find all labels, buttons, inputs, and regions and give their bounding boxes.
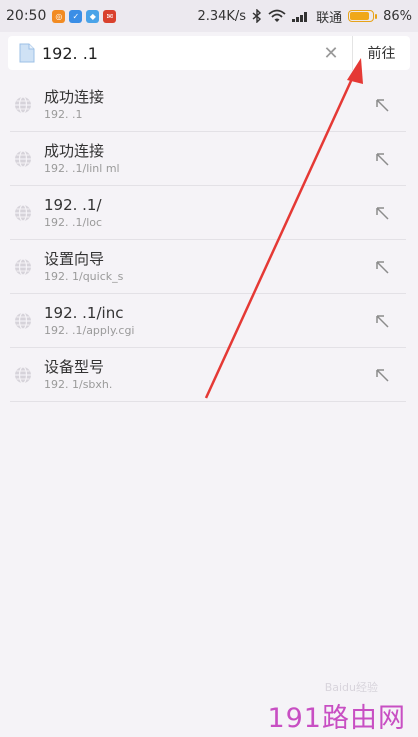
document-icon: [19, 43, 35, 63]
globe-icon: [15, 95, 31, 114]
carrier-label: 联通: [316, 10, 343, 26]
mail-icon: ✉: [103, 9, 117, 23]
network-speed: 2.34K/s: [197, 8, 247, 24]
wifi-icon: [268, 9, 286, 22]
clock: 20:50: [6, 8, 47, 24]
site-watermark: 191路由网: [267, 703, 406, 734]
list-item[interactable]: 192. .1/ 192. .1/loc: [10, 186, 406, 240]
globe-icon: [15, 149, 31, 168]
go-button[interactable]: 前往: [352, 36, 410, 70]
arrow-up-left-icon[interactable]: [372, 365, 392, 385]
address-bar[interactable]: 192. .1 ✕ 前往: [8, 36, 410, 70]
status-right: 2.34K/s 联通 86%: [197, 7, 412, 26]
close-icon[interactable]: ✕: [318, 43, 344, 64]
suggestion-title: 成功连接: [44, 87, 105, 106]
arrow-up-left-icon[interactable]: [372, 149, 392, 169]
battery-percent: 86%: [383, 8, 412, 24]
globe-icon: [15, 257, 31, 276]
suggestion-title: 设置向导: [44, 249, 105, 268]
suggestion-title: 192. .1/inc: [44, 303, 124, 322]
list-item[interactable]: 设备型号 192. 1/sbxh.: [10, 348, 406, 402]
suggestion-url: 192. .1: [44, 107, 83, 121]
list-item[interactable]: 成功连接 192. .1/linl ml: [10, 132, 406, 186]
list-item[interactable]: 192. .1/inc 192. .1/apply.cgi: [10, 294, 406, 348]
globe-icon: [15, 311, 31, 330]
arrow-up-left-icon[interactable]: [372, 257, 392, 277]
browser-icon: ◆: [86, 9, 100, 23]
arrow-up-left-icon[interactable]: [372, 203, 392, 223]
baidu-watermark: Baidu经验: [324, 681, 378, 694]
globe-icon: [15, 365, 31, 384]
bluetooth-icon: [252, 9, 262, 23]
arrow-up-left-icon[interactable]: [372, 95, 392, 115]
list-item[interactable]: 设置向导 192. 1/quick_s: [10, 240, 406, 294]
suggestion-url: 192. 1/quick_s: [44, 269, 124, 283]
suggestion-url: 192. .1/apply.cgi: [44, 323, 135, 337]
arrow-up-left-icon[interactable]: [372, 311, 392, 331]
globe-icon: [15, 203, 31, 222]
suggestion-title: 成功连接: [44, 141, 105, 160]
suggestion-url: 192. .1/loc: [44, 215, 103, 229]
suggestion-title: 设备型号: [44, 357, 105, 376]
shield-icon: ✓: [69, 9, 83, 23]
url-input[interactable]: 192. .1: [42, 44, 318, 63]
suggestion-title: 192. .1/: [44, 195, 102, 214]
suggestion-list: 成功连接 192. .1 成功连接 192. .1/linl ml 192. .…: [0, 78, 418, 402]
list-item[interactable]: 成功连接 192. .1: [10, 78, 406, 132]
signal-icon: [292, 12, 308, 22]
battery-icon: [348, 10, 378, 22]
weibo-icon: ◎: [52, 9, 66, 23]
status-bar: 20:50 ◎ ✓ ◆ ✉ 2.34K/s 联通 86%: [0, 0, 418, 32]
suggestion-url: 192. 1/sbxh.: [44, 377, 113, 391]
suggestion-url: 192. .1/linl ml: [44, 161, 120, 175]
